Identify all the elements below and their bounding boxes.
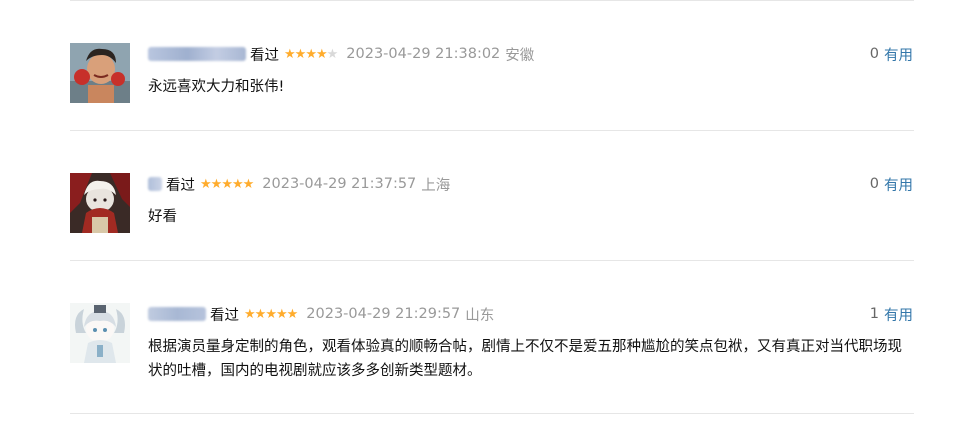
seen-label: 看过 xyxy=(210,307,239,324)
user-avatar[interactable] xyxy=(70,173,130,233)
comment-time: 2023-04-29 21:38:02 xyxy=(346,46,501,62)
username-blurred[interactable] xyxy=(148,307,206,321)
star-icon: ★ xyxy=(294,46,307,62)
user-avatar[interactable] xyxy=(70,43,130,103)
comment-time: 2023-04-29 21:29:57 xyxy=(306,306,461,322)
star-icon: ★ xyxy=(244,306,256,322)
user-avatar[interactable] xyxy=(70,303,130,363)
comment-text: 好看 xyxy=(148,209,177,225)
useful-button[interactable]: 有用 xyxy=(884,44,913,65)
star-icon: ★ xyxy=(210,176,223,192)
comment-item: 看过 ★★★★★ 2023-04-29 21:37:57 上海 0 有用 好看 xyxy=(70,173,914,235)
seen-label: 看过 xyxy=(250,47,279,64)
divider xyxy=(70,260,914,261)
seen-label: 看过 xyxy=(166,177,195,194)
vote-count: 0 xyxy=(869,46,879,62)
avatar-image xyxy=(70,173,130,233)
username-blurred[interactable] xyxy=(148,47,246,61)
star-icon: ★ xyxy=(200,176,212,192)
divider xyxy=(70,130,914,131)
vote-area: 1 有用 xyxy=(870,303,913,325)
useful-button[interactable]: 有用 xyxy=(884,304,913,325)
rating-stars: ★★★★★ xyxy=(200,176,255,192)
star-icon: ★ xyxy=(275,306,288,322)
star-icon: ★ xyxy=(305,46,317,62)
star-icon: ★ xyxy=(286,306,299,322)
star-icon: ★ xyxy=(221,176,233,192)
comment-item: 看过 ★★★★★ 2023-04-29 21:29:57 山东 1 有用 根据演… xyxy=(70,303,914,389)
star-icon: ★ xyxy=(254,306,267,322)
comment-item: 看过 ★★★★★ 2023-04-29 21:38:02 安徽 0 有用 永远喜… xyxy=(70,43,914,105)
vote-area: 0 有用 xyxy=(870,43,913,65)
comment-header: 看过 ★★★★★ 2023-04-29 21:38:02 安徽 xyxy=(148,43,534,65)
comment-header: 看过 ★★★★★ 2023-04-29 21:29:57 山东 xyxy=(148,303,494,325)
rating-stars: ★★★★★ xyxy=(284,46,339,62)
avatar-image xyxy=(70,303,130,363)
comment-time: 2023-04-29 21:37:57 xyxy=(262,176,417,192)
vote-count: 0 xyxy=(869,176,879,192)
vote-count: 1 xyxy=(869,306,879,322)
comment-location: 山东 xyxy=(465,307,495,324)
vote-area: 0 有用 xyxy=(870,173,913,195)
star-icon: ★ xyxy=(284,46,296,62)
star-icon: ★ xyxy=(265,306,277,322)
comment-location: 安徽 xyxy=(505,47,535,64)
star-icon: ★ xyxy=(231,176,244,192)
rating-stars: ★★★★★ xyxy=(244,306,299,322)
avatar-image xyxy=(70,43,130,103)
comment-header: 看过 ★★★★★ 2023-04-29 21:37:57 上海 xyxy=(148,173,450,195)
username-blurred[interactable] xyxy=(148,177,162,191)
star-icon: ★ xyxy=(326,46,339,62)
comment-location: 上海 xyxy=(421,177,451,194)
divider-top xyxy=(70,0,914,1)
comment-text: 永远喜欢大力和张伟! xyxy=(148,79,285,95)
divider xyxy=(70,413,914,414)
comment-text: 根据演员量身定制的角色，观看体验真的顺畅合帖，剧情上不仅不是爱五那种尴尬的笑点包… xyxy=(148,339,902,379)
star-icon: ★ xyxy=(242,176,255,192)
star-icon: ★ xyxy=(315,46,328,62)
useful-button[interactable]: 有用 xyxy=(884,174,913,195)
